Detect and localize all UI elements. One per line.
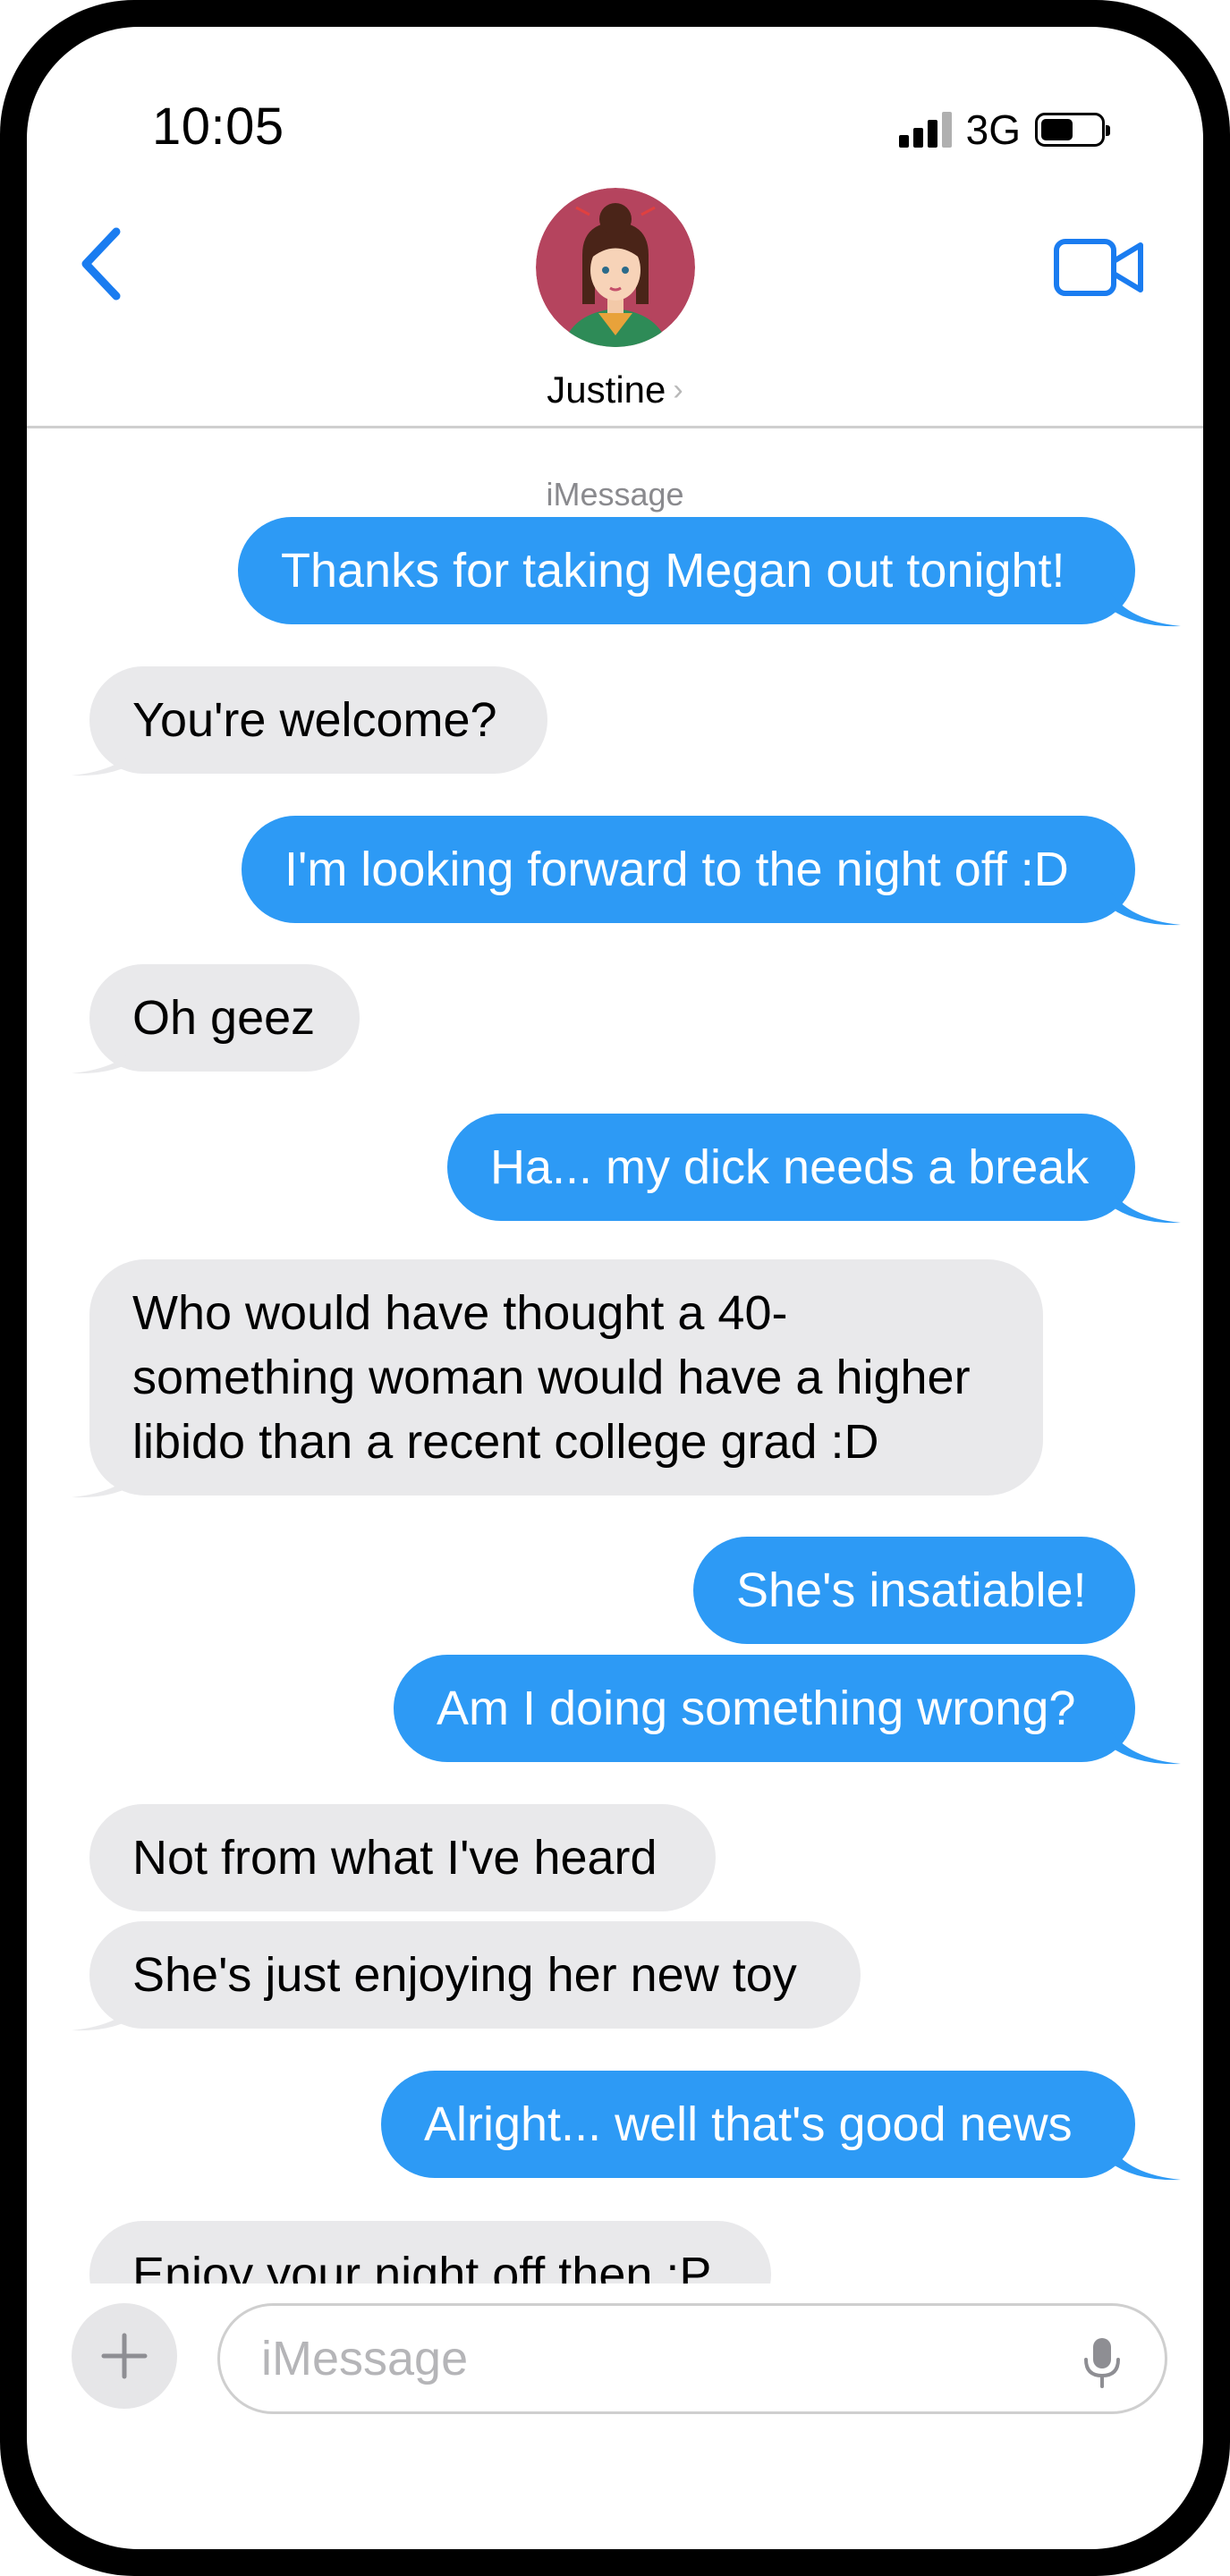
plus-icon — [101, 2333, 148, 2379]
message-bubble-sent[interactable]: Alright... well that's good news — [381, 2071, 1135, 2178]
message-text: Not from what I've heard — [132, 1831, 657, 1885]
message-text: Oh geez — [132, 991, 316, 1045]
phone-frame: 10:05 3G Justine › iMessage Thanks for t… — [0, 0, 1230, 2576]
screen: 10:05 3G Justine › iMessage Thanks for t… — [27, 27, 1203, 2549]
bubble-tail — [72, 740, 143, 776]
message-text: She's insatiable! — [736, 1563, 1087, 1617]
message-bubble-received[interactable]: You're welcome? — [89, 666, 547, 774]
message-bubble-sent[interactable]: She's insatiable! — [693, 1537, 1135, 1644]
message-bubble-received[interactable]: Not from what I've heard — [89, 1804, 716, 1911]
message-input-placeholder: iMessage — [261, 2332, 469, 2385]
bubble-tail — [1109, 590, 1181, 627]
message-text: You're welcome? — [132, 693, 497, 747]
bubble-tail — [1109, 1187, 1181, 1224]
message-text: Who would have thought a 40-something wo… — [132, 1286, 971, 1469]
bubble-tail — [72, 1462, 143, 1498]
message-list[interactable]: iMessage Thanks for taking Megan out ton… — [27, 27, 1203, 2284]
message-bubble-sent[interactable]: Ha... my dick needs a break — [447, 1114, 1135, 1221]
message-input[interactable]: iMessage — [217, 2303, 1167, 2414]
message-bubble-sent[interactable]: Thanks for taking Megan out tonight! — [238, 517, 1135, 624]
message-text: Enjoy your night off then :P — [132, 2248, 712, 2284]
message-text: Alright... well that's good news — [424, 2097, 1073, 2151]
message-text: Am I doing something wrong? — [437, 1682, 1076, 1735]
bubble-tail — [72, 1038, 143, 1074]
bubble-tail — [72, 1995, 143, 2031]
microphone-icon[interactable] — [1082, 2336, 1122, 2388]
message-bubble-sent[interactable]: I'm looking forward to the night off :D — [242, 816, 1135, 923]
bubble-tail — [1109, 1728, 1181, 1765]
message-bubble-received[interactable]: She's just enjoying her new toy — [89, 1921, 861, 2029]
message-text: She's just enjoying her new toy — [132, 1948, 797, 2002]
message-text: Thanks for taking Megan out tonight! — [281, 544, 1065, 597]
service-label: iMessage — [546, 476, 684, 513]
add-attachment-button[interactable] — [72, 2303, 177, 2409]
message-bubble-sent[interactable]: Am I doing something wrong? — [394, 1655, 1135, 1762]
message-bubble-received[interactable]: Who would have thought a 40-something wo… — [89, 1259, 1043, 1496]
bubble-tail — [1109, 889, 1181, 926]
bubble-tail — [1109, 2144, 1181, 2181]
message-text: I'm looking forward to the night off :D — [284, 843, 1069, 896]
message-text: Ha... my dick needs a break — [490, 1140, 1090, 1194]
message-bubble-received[interactable]: Enjoy your night off then :P — [89, 2221, 771, 2284]
